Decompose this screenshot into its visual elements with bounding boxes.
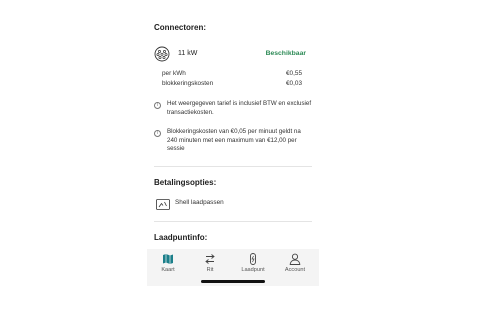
tab-account-label: Account bbox=[284, 267, 306, 273]
app-screen: Connectoren: 11 kW Beschikbaar per kWh €… bbox=[147, 0, 319, 286]
payment-option-label: Shell laadpassen bbox=[175, 199, 224, 206]
person-icon bbox=[275, 253, 315, 265]
connector-type2-icon bbox=[154, 46, 170, 62]
tab-charger[interactable]: Laadpunt bbox=[233, 253, 273, 273]
price-value-blocking: €0,03 bbox=[286, 80, 302, 87]
map-icon bbox=[148, 253, 188, 265]
connector-power: 11 kW bbox=[178, 50, 198, 57]
home-indicator bbox=[201, 280, 265, 283]
info-icon: i bbox=[154, 102, 161, 109]
charger-icon bbox=[233, 253, 273, 265]
tariff-info-text: Het weergegeven tarief is inclusief BTW … bbox=[167, 100, 312, 116]
connector-status-badge: Beschikbaar bbox=[265, 50, 306, 57]
divider bbox=[154, 166, 312, 167]
tab-map-label: Kaart bbox=[161, 267, 175, 273]
payment-title: Betalingsopties: bbox=[154, 178, 217, 187]
tab-route-label: Rit bbox=[206, 267, 214, 273]
tab-map[interactable]: Kaart bbox=[148, 253, 188, 273]
tab-account[interactable]: Account bbox=[275, 253, 315, 273]
charging-point-info-title: Laadpuntinfo: bbox=[154, 233, 208, 242]
connector-card[interactable]: 11 kW Beschikbaar bbox=[154, 44, 314, 64]
info-icon: i bbox=[154, 130, 161, 137]
tab-route[interactable]: Rit bbox=[190, 253, 230, 273]
card-icon bbox=[156, 197, 170, 210]
price-value-kwh: €0,55 bbox=[286, 70, 302, 77]
divider bbox=[154, 221, 312, 222]
price-label-kwh: per kWh bbox=[162, 70, 186, 77]
blocking-info-text: Blokkeringskosten van €0,05 per minuut g… bbox=[167, 128, 301, 153]
connectors-title: Connectoren: bbox=[154, 23, 206, 32]
payment-option[interactable]: Shell laadpassen bbox=[156, 196, 276, 210]
price-label-blocking: blokkeringskosten bbox=[162, 80, 214, 87]
tab-charger-label: Laadpunt bbox=[241, 267, 265, 273]
route-icon bbox=[190, 253, 230, 265]
